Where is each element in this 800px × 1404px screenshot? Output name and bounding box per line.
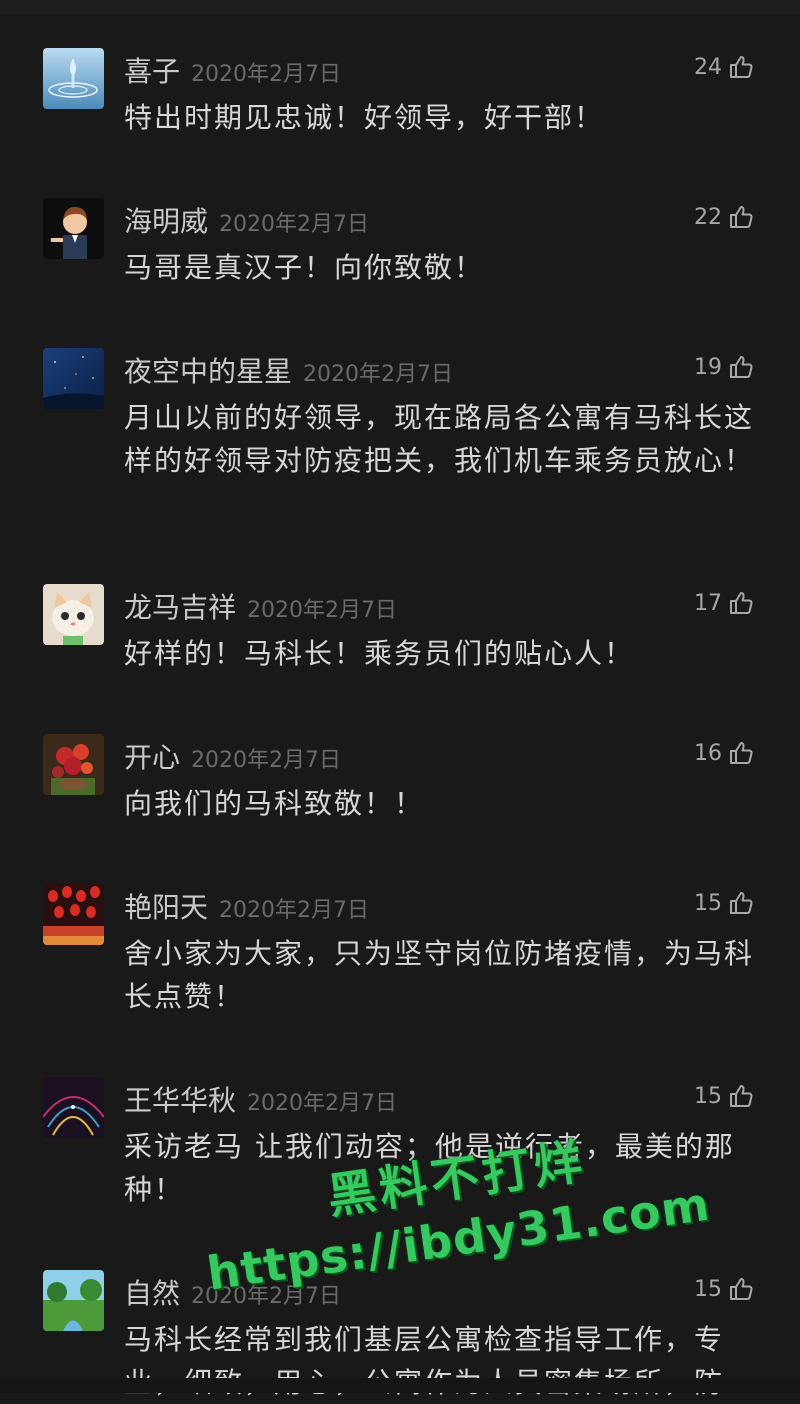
thumbs-up-icon [730,206,753,228]
top-divider [0,0,800,14]
cartoon-man-avatar[interactable] [43,198,104,259]
commenter-name[interactable]: 王华华秋 [124,1079,236,1119]
lights-avatar[interactable] [43,1077,104,1138]
commenter-name[interactable]: 艳阳天 [124,886,208,926]
bottom-bar [0,1378,800,1393]
thumbs-up-icon [730,592,753,614]
commenter-name[interactable]: 自然 [124,1272,180,1312]
landscape-avatar[interactable] [43,1270,104,1331]
like-button[interactable]: 15 [694,1083,754,1109]
like-button[interactable]: 24 [694,54,754,80]
thumbs-up-icon [730,892,753,914]
flower-avatar[interactable] [43,734,104,795]
thumbs-up-icon [730,356,753,378]
comment-text: 马哥是真汉子！向你致敬！ [124,251,485,284]
thumbs-up-icon [730,1085,753,1107]
like-button[interactable]: 19 [694,354,754,380]
like-count: 24 [694,54,722,80]
comment-text: 向我们的马科致敬！！ [124,787,425,820]
like-button[interactable]: 15 [694,1276,754,1302]
comment-text: 舍小家为大家，只为坚守岗位防堵疫情，为马科长点赞！ [124,937,755,1013]
thumbs-up-icon [730,1278,753,1300]
like-count: 16 [694,740,722,766]
night-sky-avatar[interactable] [43,348,104,409]
comment-date: 2020年2月7日 [247,1091,397,1116]
like-button[interactable]: 16 [694,740,754,766]
comment-date: 2020年2月7日 [219,898,369,923]
like-count: 15 [694,1276,722,1302]
like-button[interactable]: 17 [694,590,754,616]
comment-date: 2020年2月7日 [191,62,341,87]
like-button[interactable]: 15 [694,890,754,916]
lanterns-avatar[interactable] [43,884,104,945]
like-button[interactable]: 22 [694,204,754,230]
like-count: 19 [694,354,722,380]
comment-date: 2020年2月7日 [303,362,453,387]
comment-text: 特出时期见忠诚！好领导，好干部！ [124,101,605,134]
commenter-name[interactable]: 夜空中的星星 [124,350,292,390]
comment-date: 2020年2月7日 [191,748,341,773]
cat-avatar[interactable] [43,584,104,645]
water-drop-avatar[interactable] [43,48,104,109]
comment-text: 月山以前的好领导，现在路局各公寓有马科长这样的好领导对防疫把关，我们机车乘务员放… [124,401,755,477]
commenter-name[interactable]: 海明威 [124,200,208,240]
like-count: 22 [694,204,722,230]
like-count: 15 [694,890,722,916]
like-count: 15 [694,1083,722,1109]
commenter-name[interactable]: 龙马吉祥 [124,586,236,626]
comment-date: 2020年2月7日 [219,212,369,237]
thumbs-up-icon [730,742,753,764]
like-count: 17 [694,590,722,616]
comment-text: 好样的！马科长！乘务员们的贴心人！ [124,637,635,670]
commenter-name[interactable]: 喜子 [124,50,180,90]
comment-date: 2020年2月7日 [247,598,397,623]
commenter-name[interactable]: 开心 [124,736,180,776]
thumbs-up-icon [730,56,753,78]
